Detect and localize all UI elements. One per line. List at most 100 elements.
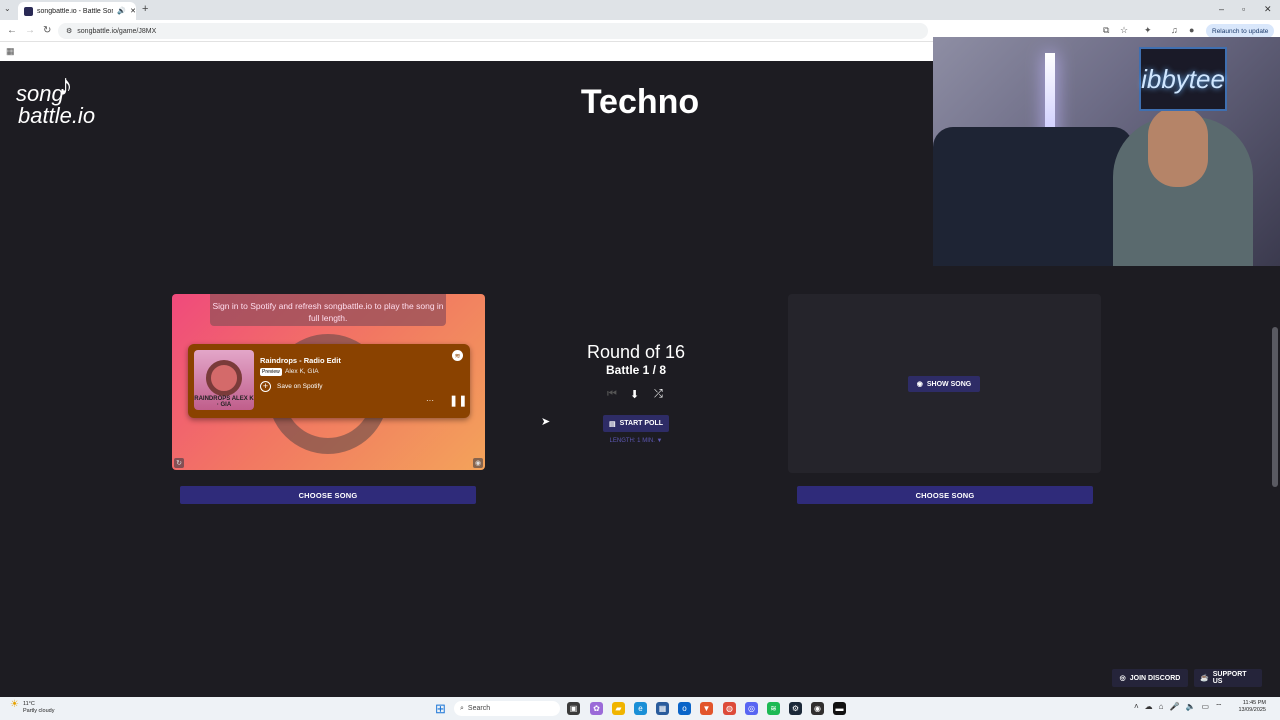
task-view-icon[interactable]: ▣ — [567, 702, 580, 715]
app-icon[interactable]: ▬ — [833, 702, 846, 715]
profile-avatar-icon[interactable]: ● — [1189, 25, 1194, 35]
save-on-spotify-button[interactable]: + Save on Spotify — [260, 381, 323, 392]
save-label: Save on Spotify — [277, 383, 323, 390]
volume-icon[interactable]: 🔈 — [1185, 702, 1195, 712]
network-icon[interactable]: ⌂ — [1159, 702, 1164, 712]
shuffle-icon[interactable]: ⤮ — [654, 388, 663, 401]
tray-chevron-icon[interactable]: ˄ — [1134, 702, 1139, 712]
tray-app-icon[interactable]: ☁ — [1145, 702, 1153, 712]
neon-sign: ibbytee — [1139, 47, 1227, 111]
install-icon[interactable]: ⧉ — [1103, 25, 1109, 36]
choose-song-button-right[interactable]: CHOOSE SONG — [797, 486, 1093, 504]
choose-song-button-left[interactable]: CHOOSE SONG — [180, 486, 476, 504]
browser-tab[interactable]: songbattle.io - Battle Song... 🔊 ✕ — [18, 2, 136, 20]
apps-grid-icon[interactable]: ▦ — [6, 46, 15, 57]
media-icon[interactable]: ♫ — [1171, 25, 1178, 35]
taskbar-clock[interactable]: 11:45 PM 13/09/2025 — [1228, 700, 1266, 714]
battle-counter: Battle 1 / 8 — [605, 363, 667, 377]
url-text: songbattle.io/game/J8MX — [77, 27, 157, 35]
weather-temp: 11°C — [22, 701, 35, 707]
maximize-icon[interactable]: ▫ — [1242, 4, 1245, 14]
audio-icon[interactable]: 🔊 — [117, 7, 126, 15]
coffee-icon: ☕ — [1200, 675, 1209, 682]
site-info-icon[interactable]: ⚙ — [66, 27, 72, 35]
taskbar-search[interactable]: ⌕ Search — [454, 701, 560, 716]
weather-widget[interactable]: ☀ 11°C Partly cloudy — [10, 699, 55, 715]
system-tray: ˄ ☁ ⌂ 🎤 🔈 ▭ ⌔ — [1134, 702, 1223, 712]
edge-icon[interactable]: e — [634, 702, 647, 715]
steam-icon[interactable]: ⚙ — [789, 702, 802, 715]
new-tab-icon[interactable]: + — [142, 3, 148, 15]
start-poll-label: START POLL — [619, 420, 664, 427]
webcam-overlay: ibbytee — [933, 37, 1280, 266]
reload-icon[interactable]: ↻ — [43, 25, 51, 36]
search-icon: ⌕ — [460, 704, 464, 712]
browser-tab-bar: ⌄ songbattle.io - Battle Song... 🔊 ✕ + –… — [0, 0, 1280, 20]
left-song-card: Sign in to Spotify and refresh songbattl… — [172, 294, 485, 470]
wifi-icon[interactable]: ⌔ — [1215, 702, 1223, 712]
poll-icon: ▤ — [608, 420, 616, 428]
pause-icon[interactable]: ❚❚ — [449, 394, 467, 407]
tab-title: songbattle.io - Battle Song... — [37, 7, 114, 15]
relaunch-button[interactable]: Relaunch to update — [1206, 24, 1275, 38]
hide-song-icon[interactable]: ◉ — [473, 458, 483, 468]
back-icon[interactable]: ← — [7, 25, 17, 36]
track-title[interactable]: Raindrops - Radio Edit — [260, 356, 341, 365]
battery-icon[interactable]: ▭ — [1201, 702, 1209, 712]
url-field[interactable]: ⚙ songbattle.io/game/J8MX — [58, 23, 928, 39]
file-explorer-icon[interactable]: ▰ — [612, 702, 625, 715]
saxophone-icon: ♪ — [58, 69, 73, 102]
extensions-icon[interactable]: ✦ — [1144, 25, 1152, 36]
mouse-cursor-icon: ➤ — [541, 416, 551, 428]
round-title: Round of 16 — [586, 342, 686, 362]
search-placeholder: Search — [467, 705, 491, 712]
previous-icon[interactable]: ⏮ — [607, 388, 617, 401]
windows-start-icon[interactable]: ⊞ — [435, 701, 446, 717]
close-window-icon[interactable]: ✕ — [1264, 4, 1272, 15]
scrollbar[interactable] — [1272, 327, 1278, 487]
logo-line2: battle.io — [18, 103, 96, 128]
more-options-icon[interactable]: ··· — [426, 396, 434, 405]
album-disc — [206, 360, 242, 396]
weather-icon: ☀ — [10, 699, 19, 710]
preview-badge: Preview — [260, 368, 282, 376]
close-tab-icon[interactable]: ✕ — [130, 7, 136, 15]
refresh-embed-icon[interactable]: ↻ — [174, 458, 184, 468]
mic-icon[interactable]: 🎤 — [1170, 702, 1180, 712]
album-art-text: RAINDROPS ALEX K · GIA — [194, 396, 254, 408]
relaunch-label: Relaunch to update — [1212, 27, 1269, 35]
length-dropdown[interactable]: LENGTH: 1 MIN. ▼ — [596, 438, 676, 444]
obs-icon[interactable]: ◉ — [811, 702, 824, 715]
minimize-icon[interactable]: – — [1219, 4, 1224, 14]
album-art: RAINDROPS ALEX K · GIA — [194, 350, 254, 410]
join-discord-label: JOIN DISCORD — [1129, 674, 1181, 682]
clock-time: 11:45 PM — [1242, 700, 1266, 706]
outlook-icon[interactable]: o — [678, 702, 691, 715]
signin-message: Sign in to Spotify and refresh songbattl… — [210, 294, 446, 326]
track-artist[interactable]: Alex K, GIA — [285, 368, 319, 375]
tab-search-icon[interactable]: ⌄ — [4, 4, 11, 13]
site-logo[interactable]: song battle.io ♪ — [16, 69, 116, 129]
show-song-label: SHOW SONG — [926, 380, 972, 388]
spotify-embed: RAINDROPS ALEX K · GIA Raindrops - Radio… — [188, 344, 470, 418]
download-icon[interactable]: ⬇ — [630, 388, 639, 401]
spotify-taskbar-icon[interactable]: ≋ — [767, 702, 780, 715]
eye-icon: ◉ — [916, 381, 923, 388]
join-discord-button[interactable]: ◎ JOIN DISCORD — [1112, 669, 1188, 687]
copilot-icon[interactable]: ✿ — [590, 702, 603, 715]
windows-taskbar: ☀ 11°C Partly cloudy ⊞ ⌕ Search ▣ ✿ ▰ e … — [0, 697, 1280, 720]
forward-icon[interactable]: → — [25, 25, 35, 36]
right-song-card: ◉ SHOW SONG — [788, 294, 1101, 473]
weather-desc: Partly cloudy — [22, 708, 55, 714]
support-us-label: SUPPORT US — [1212, 671, 1247, 685]
start-poll-button[interactable]: ▤ START POLL — [603, 415, 669, 432]
discord-taskbar-icon[interactable]: ◎ — [745, 702, 758, 715]
store-icon[interactable]: ▦ — [656, 702, 669, 715]
support-us-button[interactable]: ☕ SUPPORT US — [1194, 669, 1262, 687]
brave-icon[interactable]: ▼ — [700, 702, 713, 715]
show-song-button[interactable]: ◉ SHOW SONG — [908, 376, 980, 392]
chrome-icon[interactable]: ◍ — [723, 702, 736, 715]
clock-date: 13/09/2025 — [1238, 707, 1266, 713]
spotify-logo-icon[interactable]: ≋ — [452, 350, 463, 361]
bookmark-star-icon[interactable]: ☆ — [1120, 25, 1128, 36]
